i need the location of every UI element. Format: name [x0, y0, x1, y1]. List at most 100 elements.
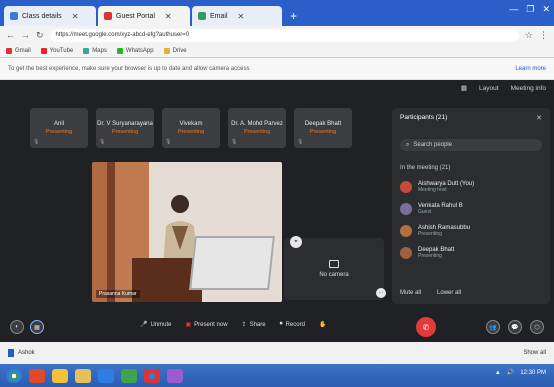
participant-tile[interactable]: Deepak Bhatt Presenting 🎙: [294, 108, 352, 148]
bookmark-item[interactable]: YouTube: [40, 47, 73, 54]
controls-right: 👥 💬 ⬡: [486, 320, 544, 334]
bookmark-item[interactable]: WhatsApp: [116, 47, 154, 54]
mute-all-button[interactable]: Mute all: [400, 290, 421, 296]
system-tray: ▲ 🔊 12:30 PM: [495, 369, 546, 377]
bookmark-icon: [116, 47, 123, 54]
self-view-tile[interactable]: No camera: [284, 238, 384, 300]
mic-button[interactable]: 🎤 Unmute: [140, 321, 172, 329]
close-window-button[interactable]: ✕: [542, 4, 550, 15]
mic-icon: 🎤: [140, 322, 148, 328]
bookmarks-bar: Gmail YouTube Maps WhatsApp Drive: [0, 44, 554, 58]
volume-icon[interactable]: 🔊: [507, 369, 514, 376]
bookmark-item[interactable]: Maps: [83, 47, 107, 54]
layout-button[interactable]: Layout: [479, 85, 499, 92]
participant-tile[interactable]: Vivekam Presenting 🎙: [162, 108, 220, 148]
end-call-button[interactable]: ✆: [416, 317, 436, 337]
mic-off-icon: 🎙: [231, 139, 238, 145]
tile-status: Presenting: [45, 129, 73, 135]
lower-all-button[interactable]: Lower all: [437, 290, 461, 296]
grid-icon[interactable]: ▦: [461, 84, 467, 92]
participant-role: Presenting: [418, 253, 442, 259]
info-bar: To get the best experience, make sure yo…: [0, 58, 554, 80]
start-icon[interactable]: [6, 368, 22, 383]
participant-tile[interactable]: Anil Presenting 🎙: [30, 108, 88, 148]
info-bar-action[interactable]: Learn more: [515, 66, 546, 72]
close-panel-icon[interactable]: ✕: [536, 114, 542, 122]
browser-tab-active[interactable]: Guest Portal ✕: [98, 6, 190, 26]
download-item[interactable]: Ashok: [8, 349, 35, 357]
info-bar-text: To get the best experience, make sure yo…: [8, 65, 250, 72]
record-icon: ⏺: [279, 321, 283, 327]
share-icon: ⇪: [241, 322, 247, 328]
menu-icon[interactable]: ⋮: [539, 30, 548, 41]
present-button[interactable]: ▣ Present now: [185, 321, 228, 329]
close-tab-icon[interactable]: ✕: [238, 12, 245, 21]
close-tab-icon[interactable]: ✕: [72, 12, 79, 21]
url-text: https://meet.google.com/xyz-abcd-efg?aut…: [55, 32, 190, 38]
participant-row[interactable]: Aishwarya Dutt (You) Meeting host: [400, 181, 542, 193]
taskbar: ▲ 🔊 12:30 PM: [0, 364, 554, 387]
word-icon[interactable]: [98, 368, 114, 383]
bookmark-item[interactable]: Drive: [163, 47, 187, 54]
record-button[interactable]: ⏺ Record: [280, 321, 305, 328]
clock[interactable]: 12:30 PM: [520, 370, 546, 376]
browser-tab[interactable]: Class details ✕: [4, 6, 96, 26]
participant-tile[interactable]: Dr. A. Mohd Parvez Presenting 🎙: [228, 108, 286, 148]
show-all-downloads[interactable]: Show all: [523, 350, 546, 356]
section-header[interactable]: In the meeting (21): [400, 165, 542, 171]
bookmark-star-icon[interactable]: ☆: [525, 30, 533, 41]
more-options-icon[interactable]: ⋯: [376, 288, 386, 298]
mic-off-icon: 🎙: [165, 139, 172, 145]
reload-icon[interactable]: ↻: [36, 30, 44, 41]
browser-tab[interactable]: Email ✕: [192, 6, 282, 26]
bookmark-icon: [83, 47, 90, 54]
participant-row[interactable]: Ashish Ramasubbu Presenting: [400, 225, 542, 237]
network-icon[interactable]: ▲: [495, 370, 501, 376]
chat-icon[interactable]: 💬: [508, 320, 522, 334]
url-field[interactable]: https://meet.google.com/xyz-abcd-efg?aut…: [49, 28, 519, 42]
folder-icon[interactable]: [75, 368, 91, 383]
avatar: [400, 203, 412, 215]
participant-tile[interactable]: Dr. V Suryanarayana Presenting 🎙: [96, 108, 154, 148]
excel-icon[interactable]: [121, 368, 137, 383]
tab-favicon-icon: [10, 12, 18, 20]
captions-icon[interactable]: ◐: [10, 320, 24, 334]
chrome-icon[interactable]: [144, 368, 160, 383]
tile-name: Anil: [53, 121, 64, 127]
media-player-icon[interactable]: [52, 368, 68, 383]
grid-view-icon[interactable]: ▦: [30, 320, 44, 334]
forward-arrow-icon[interactable]: →: [21, 30, 30, 40]
tile-name: Deepak Bhatt: [304, 121, 342, 127]
participant-row[interactable]: Deepak Bhatt Presenting: [400, 247, 542, 259]
close-tab-icon[interactable]: ✕: [165, 12, 172, 21]
window-controls: — ❐ ✕: [509, 4, 550, 15]
maximize-button[interactable]: ❐: [526, 4, 534, 15]
participant-row[interactable]: Venkata Rahul B Guest: [400, 203, 542, 215]
browser-tab-strip: Class details ✕ Guest Portal ✕ Email ✕ +…: [0, 0, 554, 26]
new-tab-button[interactable]: +: [290, 6, 297, 26]
tab-favicon-icon: [104, 12, 112, 20]
activities-icon[interactable]: ⬡: [530, 320, 544, 334]
people-icon[interactable]: 👥: [486, 320, 500, 334]
main-video-feed[interactable]: Prasanna Kumar: [92, 162, 282, 302]
minimize-button[interactable]: —: [509, 4, 518, 15]
participant-role: Presenting: [418, 231, 442, 237]
mic-off-icon: 🎙: [99, 139, 106, 145]
app-icon[interactable]: [167, 368, 183, 383]
tile-status: Presenting: [243, 129, 271, 135]
back-arrow-icon[interactable]: ←: [6, 30, 15, 40]
camera-off-icon: [329, 260, 339, 268]
browser-icon[interactable]: [29, 368, 45, 383]
raise-hand-button[interactable]: ✋: [319, 321, 326, 328]
bookmark-item[interactable]: Gmail: [6, 47, 31, 54]
bookmark-icon: [40, 47, 47, 54]
controls-middle: 🎤 Unmute ▣ Present now ⇪ Share ⏺ Record ✋: [140, 321, 326, 328]
tab-label: Email: [210, 12, 228, 20]
hand-icon: ✋: [318, 322, 327, 328]
pin-icon[interactable]: ⌖: [290, 236, 302, 248]
present-icon: ▣: [185, 322, 192, 328]
panel-title: Participants (21): [400, 114, 448, 121]
share-button[interactable]: ⇪ Share: [241, 321, 266, 329]
meeting-info-button[interactable]: Meeting info: [511, 85, 546, 92]
search-people-field[interactable]: ⌕ Search people: [400, 139, 542, 151]
